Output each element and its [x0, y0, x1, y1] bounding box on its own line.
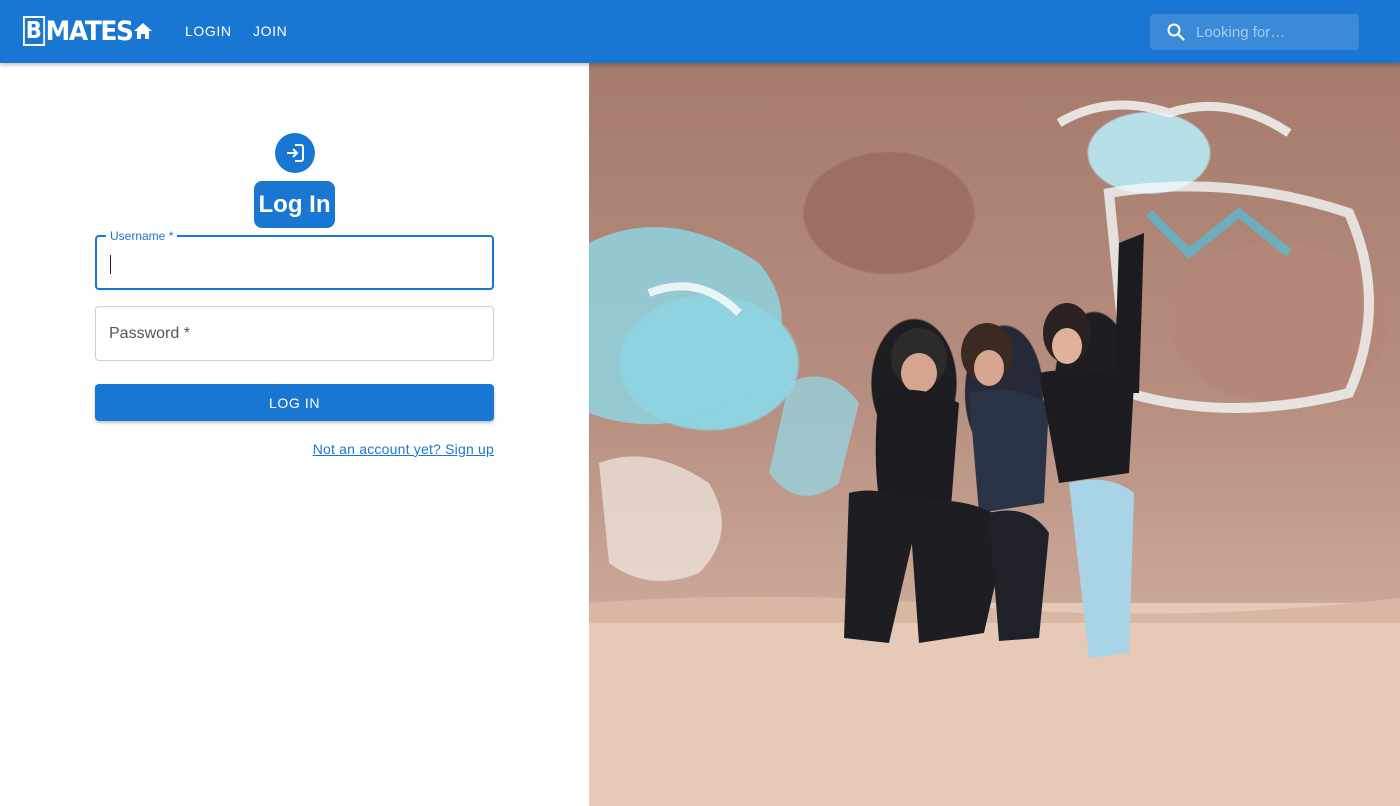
login-avatar [275, 133, 315, 173]
hero-photo [589, 63, 1400, 806]
login-panel: Log In Username * Password * LOG IN Not … [0, 63, 589, 806]
app-bar: B MATES LOGIN JOIN [0, 0, 1400, 63]
login-submit-button[interactable]: LOG IN [95, 384, 494, 421]
login-title: Log In [254, 181, 335, 228]
nav-join-link[interactable]: JOIN [253, 23, 287, 39]
signup-link[interactable]: Not an account yet? Sign up [313, 441, 494, 457]
password-field[interactable]: Password * [95, 306, 494, 361]
search-icon [1166, 22, 1186, 42]
brand-logo[interactable]: B MATES [23, 14, 134, 48]
logo-text: MATES [45, 15, 134, 47]
home-icon [134, 23, 152, 39]
graffiti-photo-illustration [589, 100, 1400, 806]
nav-login-link[interactable]: LOGIN [185, 23, 232, 39]
password-label: Password * [109, 325, 190, 342]
home-button[interactable] [131, 18, 155, 44]
search-input[interactable] [1196, 23, 1356, 41]
username-field[interactable]: Username * [95, 229, 494, 290]
search-box[interactable] [1150, 14, 1359, 50]
username-input[interactable] [109, 237, 479, 288]
logo-mark: B [23, 16, 45, 46]
login-icon [287, 144, 304, 162]
